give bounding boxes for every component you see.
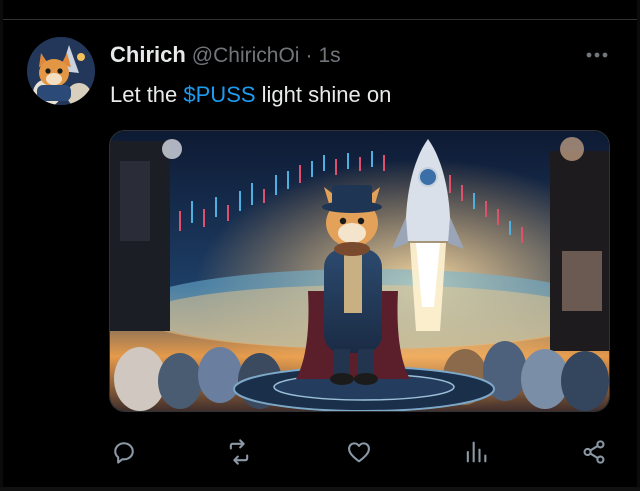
cat-rocket-illustration <box>110 131 609 411</box>
tweet-text-suffix: light shine on <box>255 82 392 107</box>
avatar-cat-image <box>27 37 95 105</box>
tweet-text-prefix: Let the <box>110 82 184 107</box>
tweet-media-image[interactable] <box>109 130 610 412</box>
tweet-actions <box>0 432 640 472</box>
author-handle[interactable]: @ChirichOi <box>192 44 300 68</box>
avatar[interactable] <box>27 37 95 105</box>
repost-arrows-icon <box>229 439 249 465</box>
like-button[interactable] <box>339 432 379 472</box>
speech-bubble-icon <box>114 442 134 464</box>
reply-button[interactable] <box>104 432 144 472</box>
more-options-button[interactable] <box>582 44 612 66</box>
bar-chart-icon <box>466 441 487 463</box>
timestamp[interactable]: 1s <box>318 44 340 68</box>
share-nodes-icon <box>583 440 605 464</box>
repost-button[interactable] <box>219 432 259 472</box>
left-edge <box>0 0 3 491</box>
separator-dot: · <box>305 44 313 67</box>
views-button[interactable] <box>456 432 496 472</box>
author-name[interactable]: Chirich <box>110 42 186 68</box>
tweet-text: Let the $PUSS light shine on <box>110 82 391 108</box>
bottom-edge <box>0 487 640 491</box>
top-border <box>0 0 640 20</box>
share-button[interactable] <box>574 432 614 472</box>
more-dots-icon <box>586 52 608 58</box>
cashtag-link[interactable]: $PUSS <box>183 82 255 107</box>
tweet-header: Chirich @ChirichOi · 1s <box>110 42 341 68</box>
heart-icon <box>348 442 370 463</box>
